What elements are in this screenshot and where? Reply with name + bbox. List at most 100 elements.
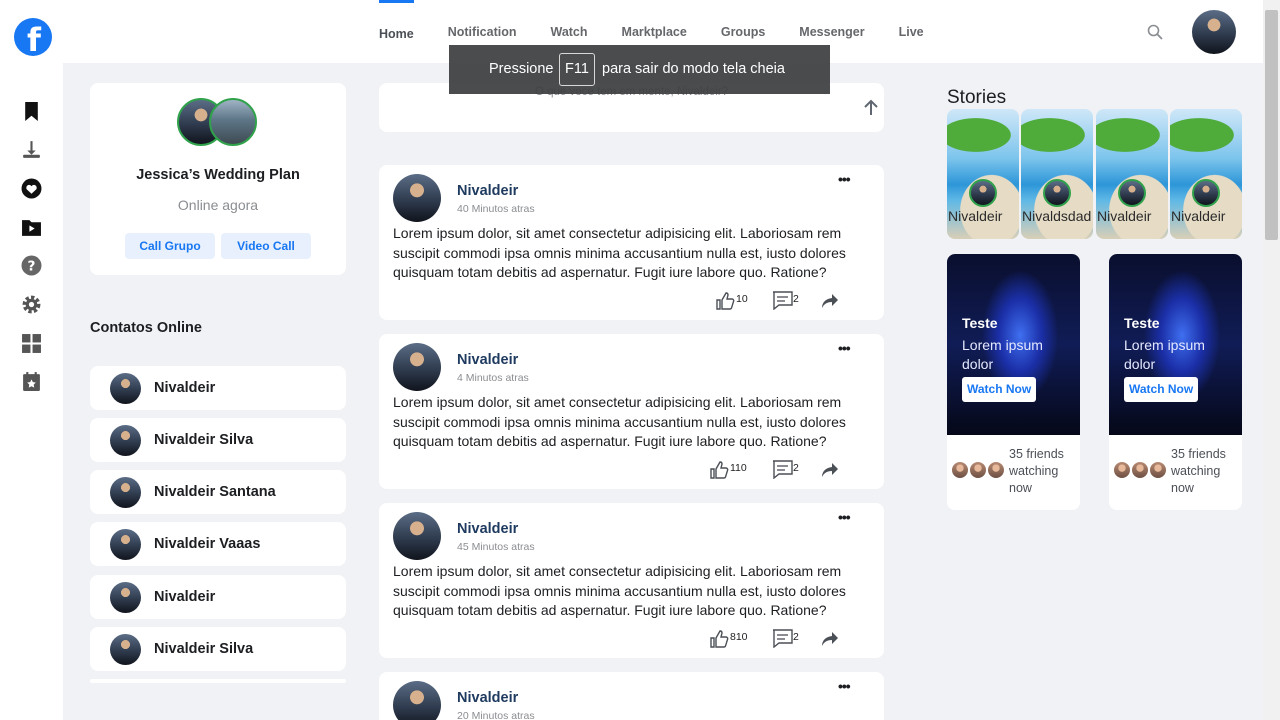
post-card: Nivaldeir 45 Minutos atras ••• Lorem ips… xyxy=(379,503,884,658)
more-options-icon[interactable]: ••• xyxy=(838,340,851,356)
group-profile-card: Jessica’s Wedding Plan Online agora Call… xyxy=(90,83,346,275)
contact-avatar xyxy=(110,582,141,613)
more-options-icon[interactable]: ••• xyxy=(838,509,851,525)
group-avatars xyxy=(177,98,259,148)
user-avatar[interactable] xyxy=(1192,10,1236,54)
contact-name: Nivaldeir Silva xyxy=(154,641,254,657)
bookmark-icon[interactable] xyxy=(21,101,42,122)
post-avatar[interactable] xyxy=(393,681,441,720)
post-card: Nivaldeir 40 Minutos atras ••• Lorem ips… xyxy=(379,165,884,320)
post-text: Lorem ipsum dolor, sit amet consectetur … xyxy=(393,394,846,449)
post-author[interactable]: Nivaldeir xyxy=(457,183,518,199)
friend-avatar xyxy=(969,461,987,479)
contact-item[interactable]: Nivaldeir xyxy=(90,366,346,410)
post-author[interactable]: Nivaldeir xyxy=(457,690,518,706)
share-icon[interactable] xyxy=(821,293,839,309)
story-name: Nivaldeir xyxy=(948,208,1003,224)
share-icon[interactable] xyxy=(821,631,839,647)
friend-avatar xyxy=(1149,461,1167,479)
contact-item[interactable]: Nivaldeir xyxy=(90,575,346,619)
contact-item[interactable]: Nivaldeir Silva xyxy=(90,418,346,462)
friend-avatar xyxy=(1113,461,1131,479)
icon-rail: ? xyxy=(0,63,63,720)
toast-text-after: para sair do modo tela cheia xyxy=(602,61,785,77)
post-time: 45 Minutos atras xyxy=(457,541,535,553)
contact-avatar xyxy=(110,373,141,404)
share-icon[interactable] xyxy=(821,462,839,478)
story-avatar xyxy=(1118,179,1146,207)
post-text: Lorem ipsum dolor, sit amet consectetur … xyxy=(393,563,846,618)
like-icon[interactable] xyxy=(709,460,729,480)
post-time: 40 Minutos atras xyxy=(457,203,535,215)
contact-name: Nivaldeir xyxy=(154,380,216,396)
more-options-icon[interactable]: ••• xyxy=(838,678,851,694)
post-avatar[interactable] xyxy=(393,512,441,560)
like-icon[interactable] xyxy=(715,291,735,311)
watch-subtitle: Lorem ipsum dolor xyxy=(1124,337,1205,372)
contact-item[interactable]: Nivaldeir Vaaas xyxy=(90,522,346,566)
contact-name: Nivaldeir Vaaas xyxy=(154,536,261,552)
video-folder-icon[interactable] xyxy=(21,217,42,238)
nav-home[interactable]: Home xyxy=(379,0,414,63)
toast-key: F11 xyxy=(559,53,595,86)
like-count: 10 xyxy=(736,293,748,305)
fullscreen-toast: Pressione F11 para sair do modo tela che… xyxy=(449,45,830,94)
online-status: Online agora xyxy=(177,197,259,213)
contact-item[interactable]: Nivaldeir Silva xyxy=(90,627,346,671)
contact-avatar xyxy=(110,425,141,456)
help-icon[interactable]: ? xyxy=(21,255,42,276)
stories-title: Stories xyxy=(947,87,1007,108)
search-icon[interactable] xyxy=(1147,24,1163,40)
watch-now-button[interactable]: Watch Now xyxy=(1124,377,1199,402)
member-avatar xyxy=(209,98,257,146)
contact-name: Nivaldeir Santana xyxy=(154,484,276,500)
more-options-icon[interactable]: ••• xyxy=(838,171,851,187)
video-call-button[interactable]: Video Call xyxy=(221,233,311,259)
call-group-button[interactable]: Call Grupo xyxy=(125,233,215,259)
post-avatar[interactable] xyxy=(393,174,441,222)
post-time: 20 Minutos atras xyxy=(457,710,535,720)
nav-live[interactable]: Live xyxy=(899,0,924,63)
comment-icon[interactable] xyxy=(772,629,793,648)
page-scrollbar[interactable] xyxy=(1263,0,1280,720)
friend-avatar xyxy=(951,461,969,479)
contact-item[interactable]: Nivaldeir Santana xyxy=(90,470,346,514)
like-count: 110 xyxy=(730,462,747,474)
settings-icon[interactable] xyxy=(21,294,42,315)
toast-text-before: Pressione xyxy=(489,61,554,77)
friend-avatar xyxy=(987,461,1005,479)
story-name: Nivaldeir xyxy=(1171,208,1226,224)
comment-count: 2 xyxy=(793,462,799,474)
like-icon[interactable] xyxy=(709,629,729,649)
calendar-icon[interactable] xyxy=(21,371,42,392)
friends-watching-text: 35 friends watching now xyxy=(1171,447,1226,495)
watch-now-button[interactable]: Watch Now xyxy=(962,377,1037,402)
comment-count: 2 xyxy=(793,293,799,305)
story-card[interactable]: Nivaldeir xyxy=(947,109,1019,239)
story-card[interactable]: Nivaldsdad xyxy=(1021,109,1093,239)
svg-text:?: ? xyxy=(28,259,36,275)
comment-icon[interactable] xyxy=(772,460,793,479)
heart-icon[interactable] xyxy=(21,178,42,199)
story-card[interactable]: Nivaldeir xyxy=(1170,109,1242,239)
post-author[interactable]: Nivaldeir xyxy=(457,352,518,368)
post-card: Nivaldeir 20 Minutos atras ••• xyxy=(379,672,884,720)
story-name: Nivaldeir xyxy=(1097,208,1152,224)
post-text: Lorem ipsum dolor, sit amet consectetur … xyxy=(393,225,846,280)
post-author[interactable]: Nivaldeir xyxy=(457,521,518,537)
contact-avatar xyxy=(110,634,141,665)
contacts-title: Contatos Online xyxy=(90,320,202,336)
arrow-up-icon[interactable] xyxy=(862,99,880,117)
comment-icon[interactable] xyxy=(772,291,793,310)
scrollbar-thumb[interactable] xyxy=(1265,10,1278,240)
grid-icon[interactable] xyxy=(21,333,42,354)
contact-avatar xyxy=(110,529,141,560)
contact-name: Nivaldeir xyxy=(154,589,216,605)
story-card[interactable]: Nivaldeir xyxy=(1096,109,1168,239)
contact-name: Nivaldeir Silva xyxy=(154,432,254,448)
upload-icon[interactable] xyxy=(21,139,42,160)
contact-item[interactable] xyxy=(90,679,346,683)
facebook-logo[interactable]: f xyxy=(14,18,52,59)
friend-avatar xyxy=(1131,461,1149,479)
post-avatar[interactable] xyxy=(393,343,441,391)
